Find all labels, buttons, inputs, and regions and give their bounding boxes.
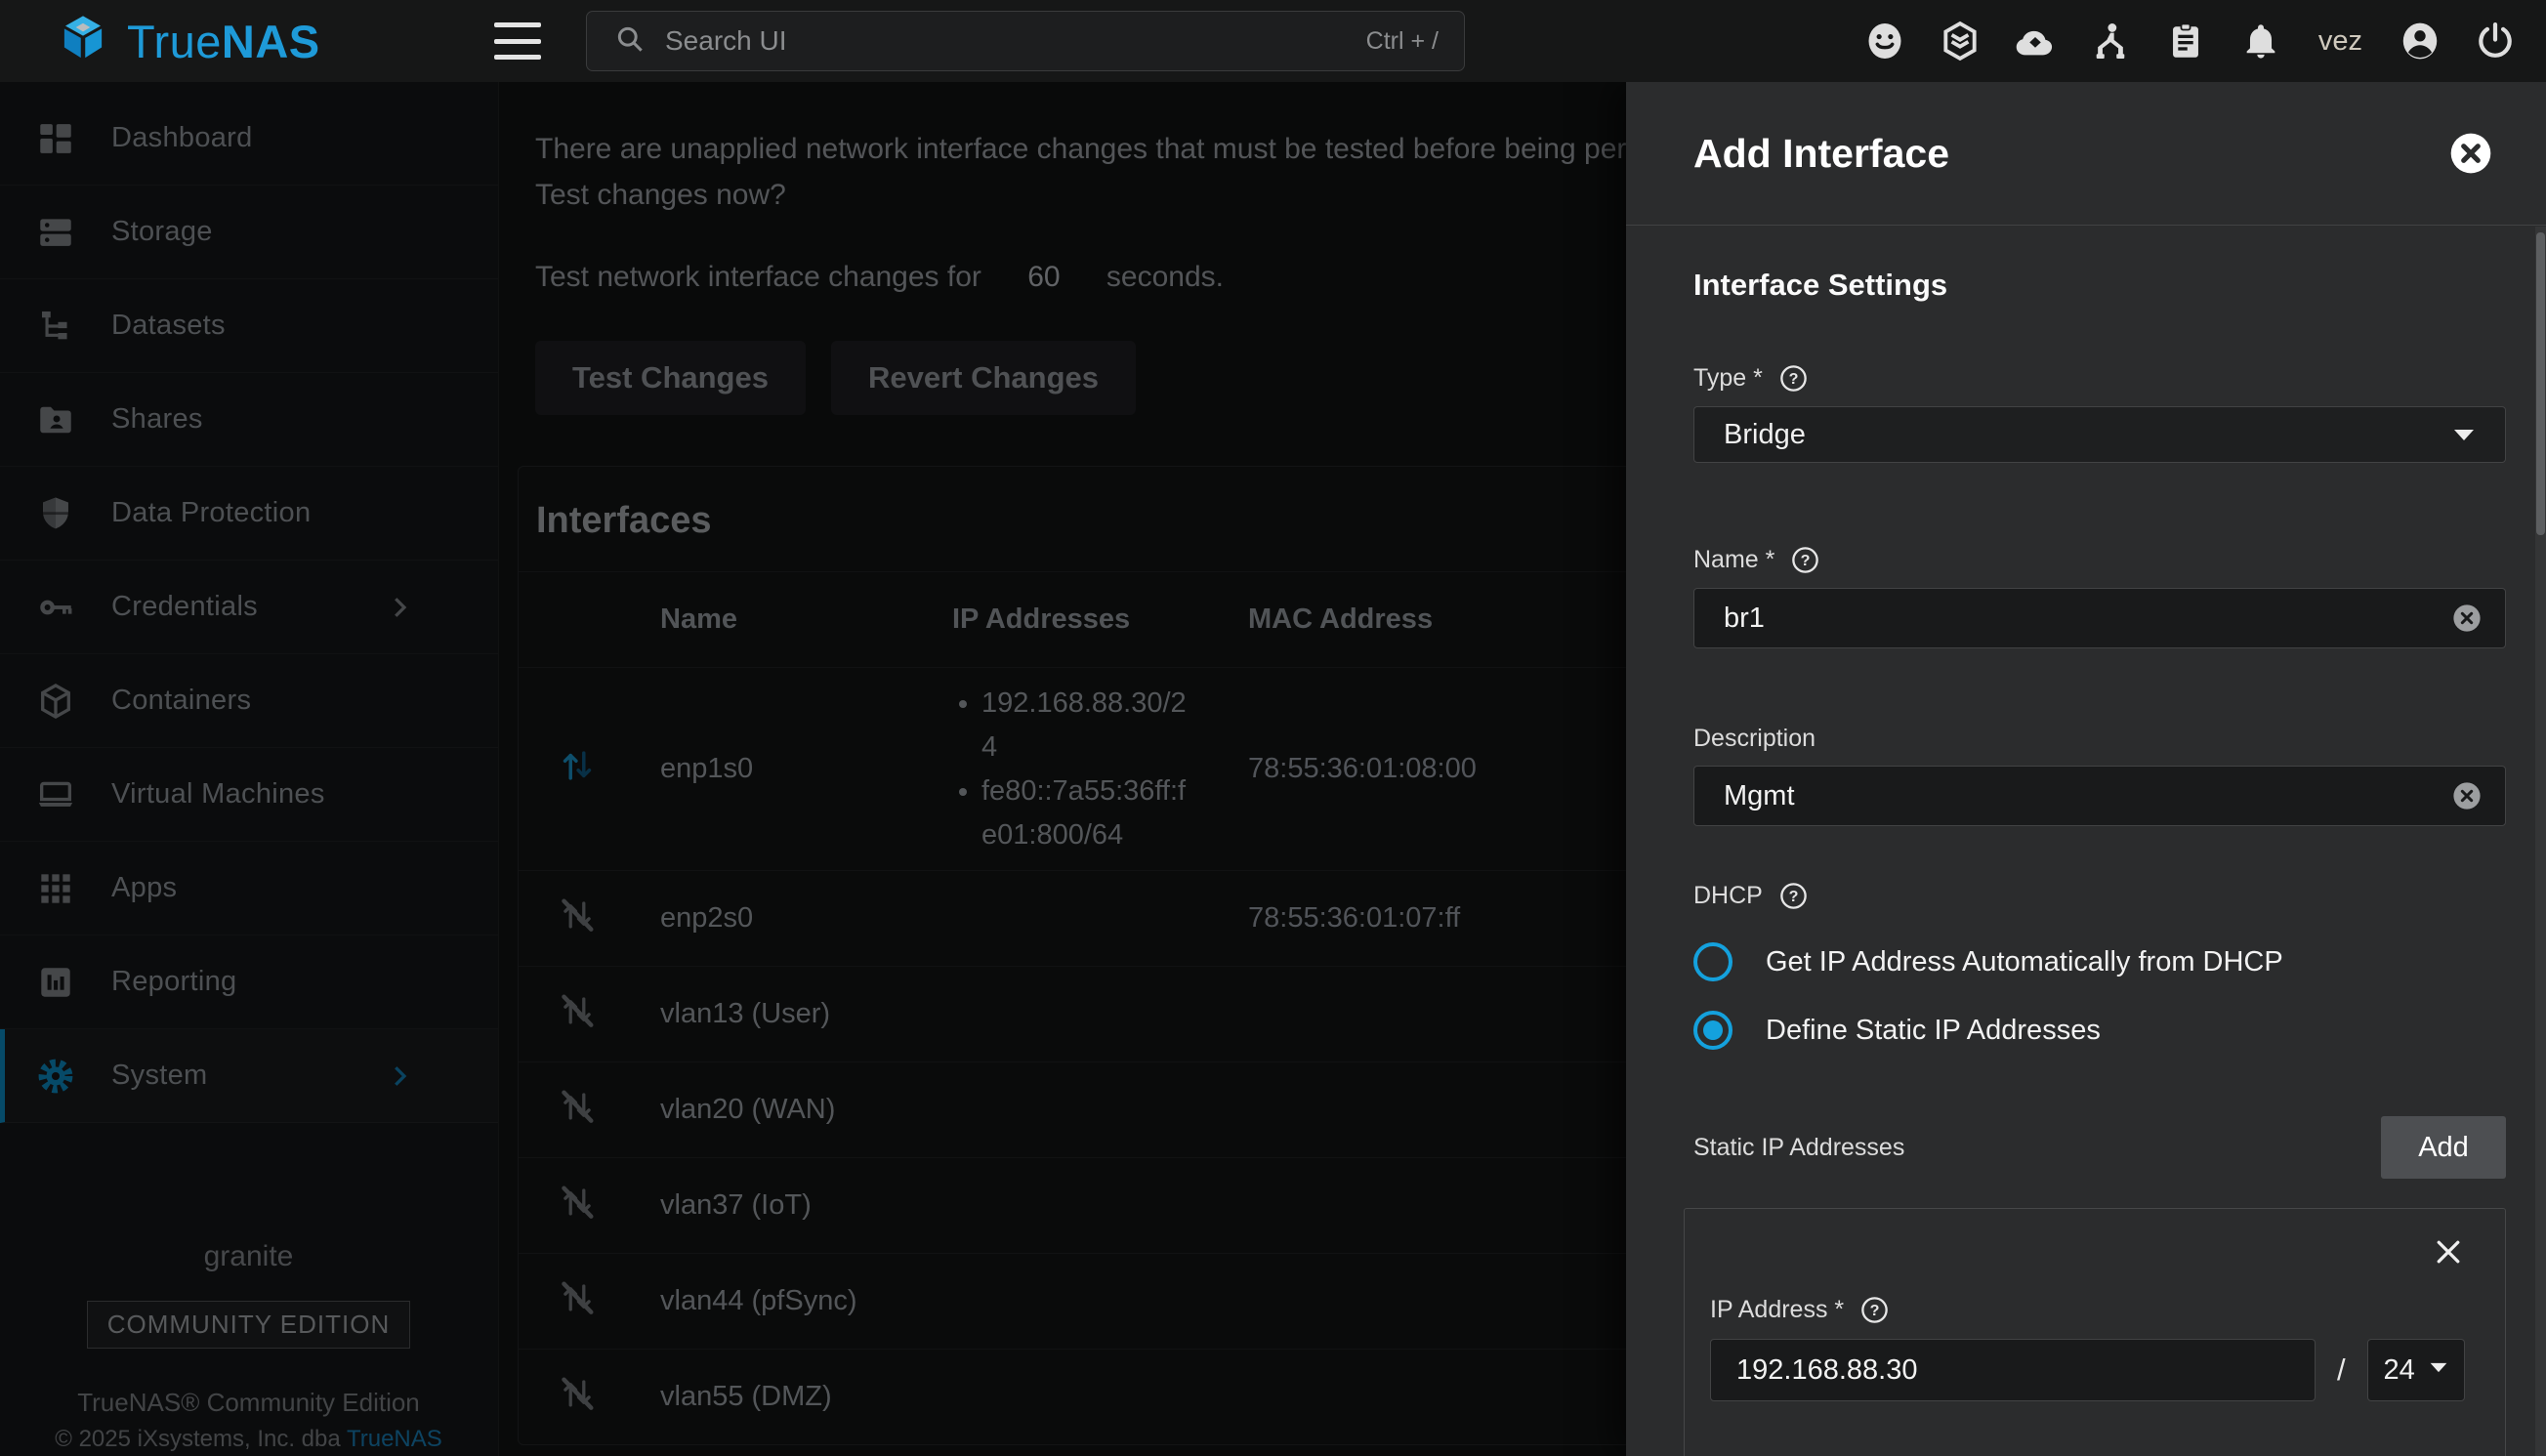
panel-title: Add Interface bbox=[1693, 131, 1949, 177]
modal-overlay[interactable] bbox=[0, 82, 1626, 1456]
truecommand-icon[interactable] bbox=[1939, 20, 1982, 62]
svg-text:?: ? bbox=[1788, 888, 1798, 905]
svg-text:?: ? bbox=[1870, 1302, 1880, 1319]
dhcp-radio[interactable]: Get IP Address Automatically from DHCP bbox=[1693, 942, 2506, 981]
search-input[interactable] bbox=[665, 25, 1349, 57]
clear-icon[interactable] bbox=[2450, 779, 2483, 812]
dhcp-radio-label: Get IP Address Automatically from DHCP bbox=[1766, 946, 2283, 978]
ip-address-label: IP Address * bbox=[1710, 1296, 1844, 1324]
truenas-logo[interactable]: TrueNAS bbox=[57, 13, 467, 70]
tasks-icon[interactable] bbox=[2164, 20, 2207, 62]
chevron-down-icon bbox=[2429, 1361, 2448, 1379]
static-ip-radio-label: Define Static IP Addresses bbox=[1766, 1015, 2101, 1047]
top-bar: TrueNAS Ctrl + / bbox=[0, 0, 2546, 82]
static-ip-entry-card: IP Address * ? / 24 bbox=[1684, 1208, 2506, 1456]
radio-unchecked-icon bbox=[1693, 942, 1732, 981]
type-select[interactable]: Bridge bbox=[1693, 406, 2506, 463]
radio-checked-icon bbox=[1693, 1011, 1732, 1050]
static-ip-section-label: Static IP Addresses bbox=[1693, 1134, 1904, 1162]
truenas-logo-icon bbox=[57, 13, 109, 70]
search-bar[interactable]: Ctrl + / bbox=[586, 11, 1465, 71]
netmask-value: 24 bbox=[2383, 1354, 2414, 1387]
help-icon[interactable]: ? bbox=[1778, 881, 1809, 911]
ip-address-field-wrap bbox=[1710, 1339, 2316, 1401]
help-icon[interactable]: ? bbox=[1790, 545, 1820, 575]
svg-text:?: ? bbox=[1788, 370, 1798, 388]
section-title: Interface Settings bbox=[1693, 268, 2506, 303]
truenas-connect-icon[interactable] bbox=[2014, 20, 2057, 62]
add-interface-panel: Add Interface Interface Settings Type * … bbox=[1626, 82, 2546, 1456]
help-icon[interactable]: ? bbox=[1778, 363, 1809, 394]
cidr-separator: / bbox=[2337, 1352, 2346, 1388]
description-field-wrap bbox=[1693, 766, 2506, 826]
search-icon bbox=[612, 21, 647, 62]
name-field[interactable] bbox=[1724, 603, 2450, 635]
description-label: Description bbox=[1693, 725, 1816, 753]
description-field[interactable] bbox=[1724, 780, 2450, 812]
add-ip-button[interactable]: Add bbox=[2381, 1116, 2506, 1179]
panel-scrollbar[interactable] bbox=[2535, 227, 2546, 1456]
jobs-icon[interactable] bbox=[2089, 20, 2132, 62]
close-icon[interactable] bbox=[2448, 131, 2493, 176]
power-icon[interactable] bbox=[2474, 20, 2517, 62]
menu-icon[interactable] bbox=[494, 22, 541, 60]
name-field-wrap bbox=[1693, 588, 2506, 648]
search-shortcut: Ctrl + / bbox=[1366, 27, 1439, 56]
remove-ip-icon[interactable] bbox=[2431, 1234, 2466, 1269]
chevron-down-icon bbox=[2452, 428, 2476, 442]
dhcp-label: DHCP bbox=[1693, 882, 1763, 910]
username-label: vez bbox=[2318, 25, 2362, 58]
type-label: Type * bbox=[1693, 364, 1763, 393]
clear-icon[interactable] bbox=[2450, 602, 2483, 635]
panel-scrollbar-thumb[interactable] bbox=[2536, 232, 2545, 535]
feedback-icon[interactable] bbox=[1863, 20, 1906, 62]
netmask-select[interactable]: 24 bbox=[2367, 1339, 2465, 1401]
brand-text: TrueNAS bbox=[127, 15, 320, 68]
type-select-value: Bridge bbox=[1724, 419, 1806, 451]
static-ip-radio[interactable]: Define Static IP Addresses bbox=[1693, 1011, 2506, 1050]
name-label: Name * bbox=[1693, 546, 1774, 574]
svg-text:?: ? bbox=[1801, 552, 1811, 569]
notifications-icon[interactable] bbox=[2239, 20, 2282, 62]
help-icon[interactable]: ? bbox=[1859, 1295, 1890, 1325]
ip-address-field[interactable] bbox=[1736, 1354, 2289, 1387]
user-avatar-icon[interactable] bbox=[2399, 20, 2442, 62]
panel-body: Interface Settings Type * ? Bridge Name … bbox=[1626, 227, 2546, 1456]
